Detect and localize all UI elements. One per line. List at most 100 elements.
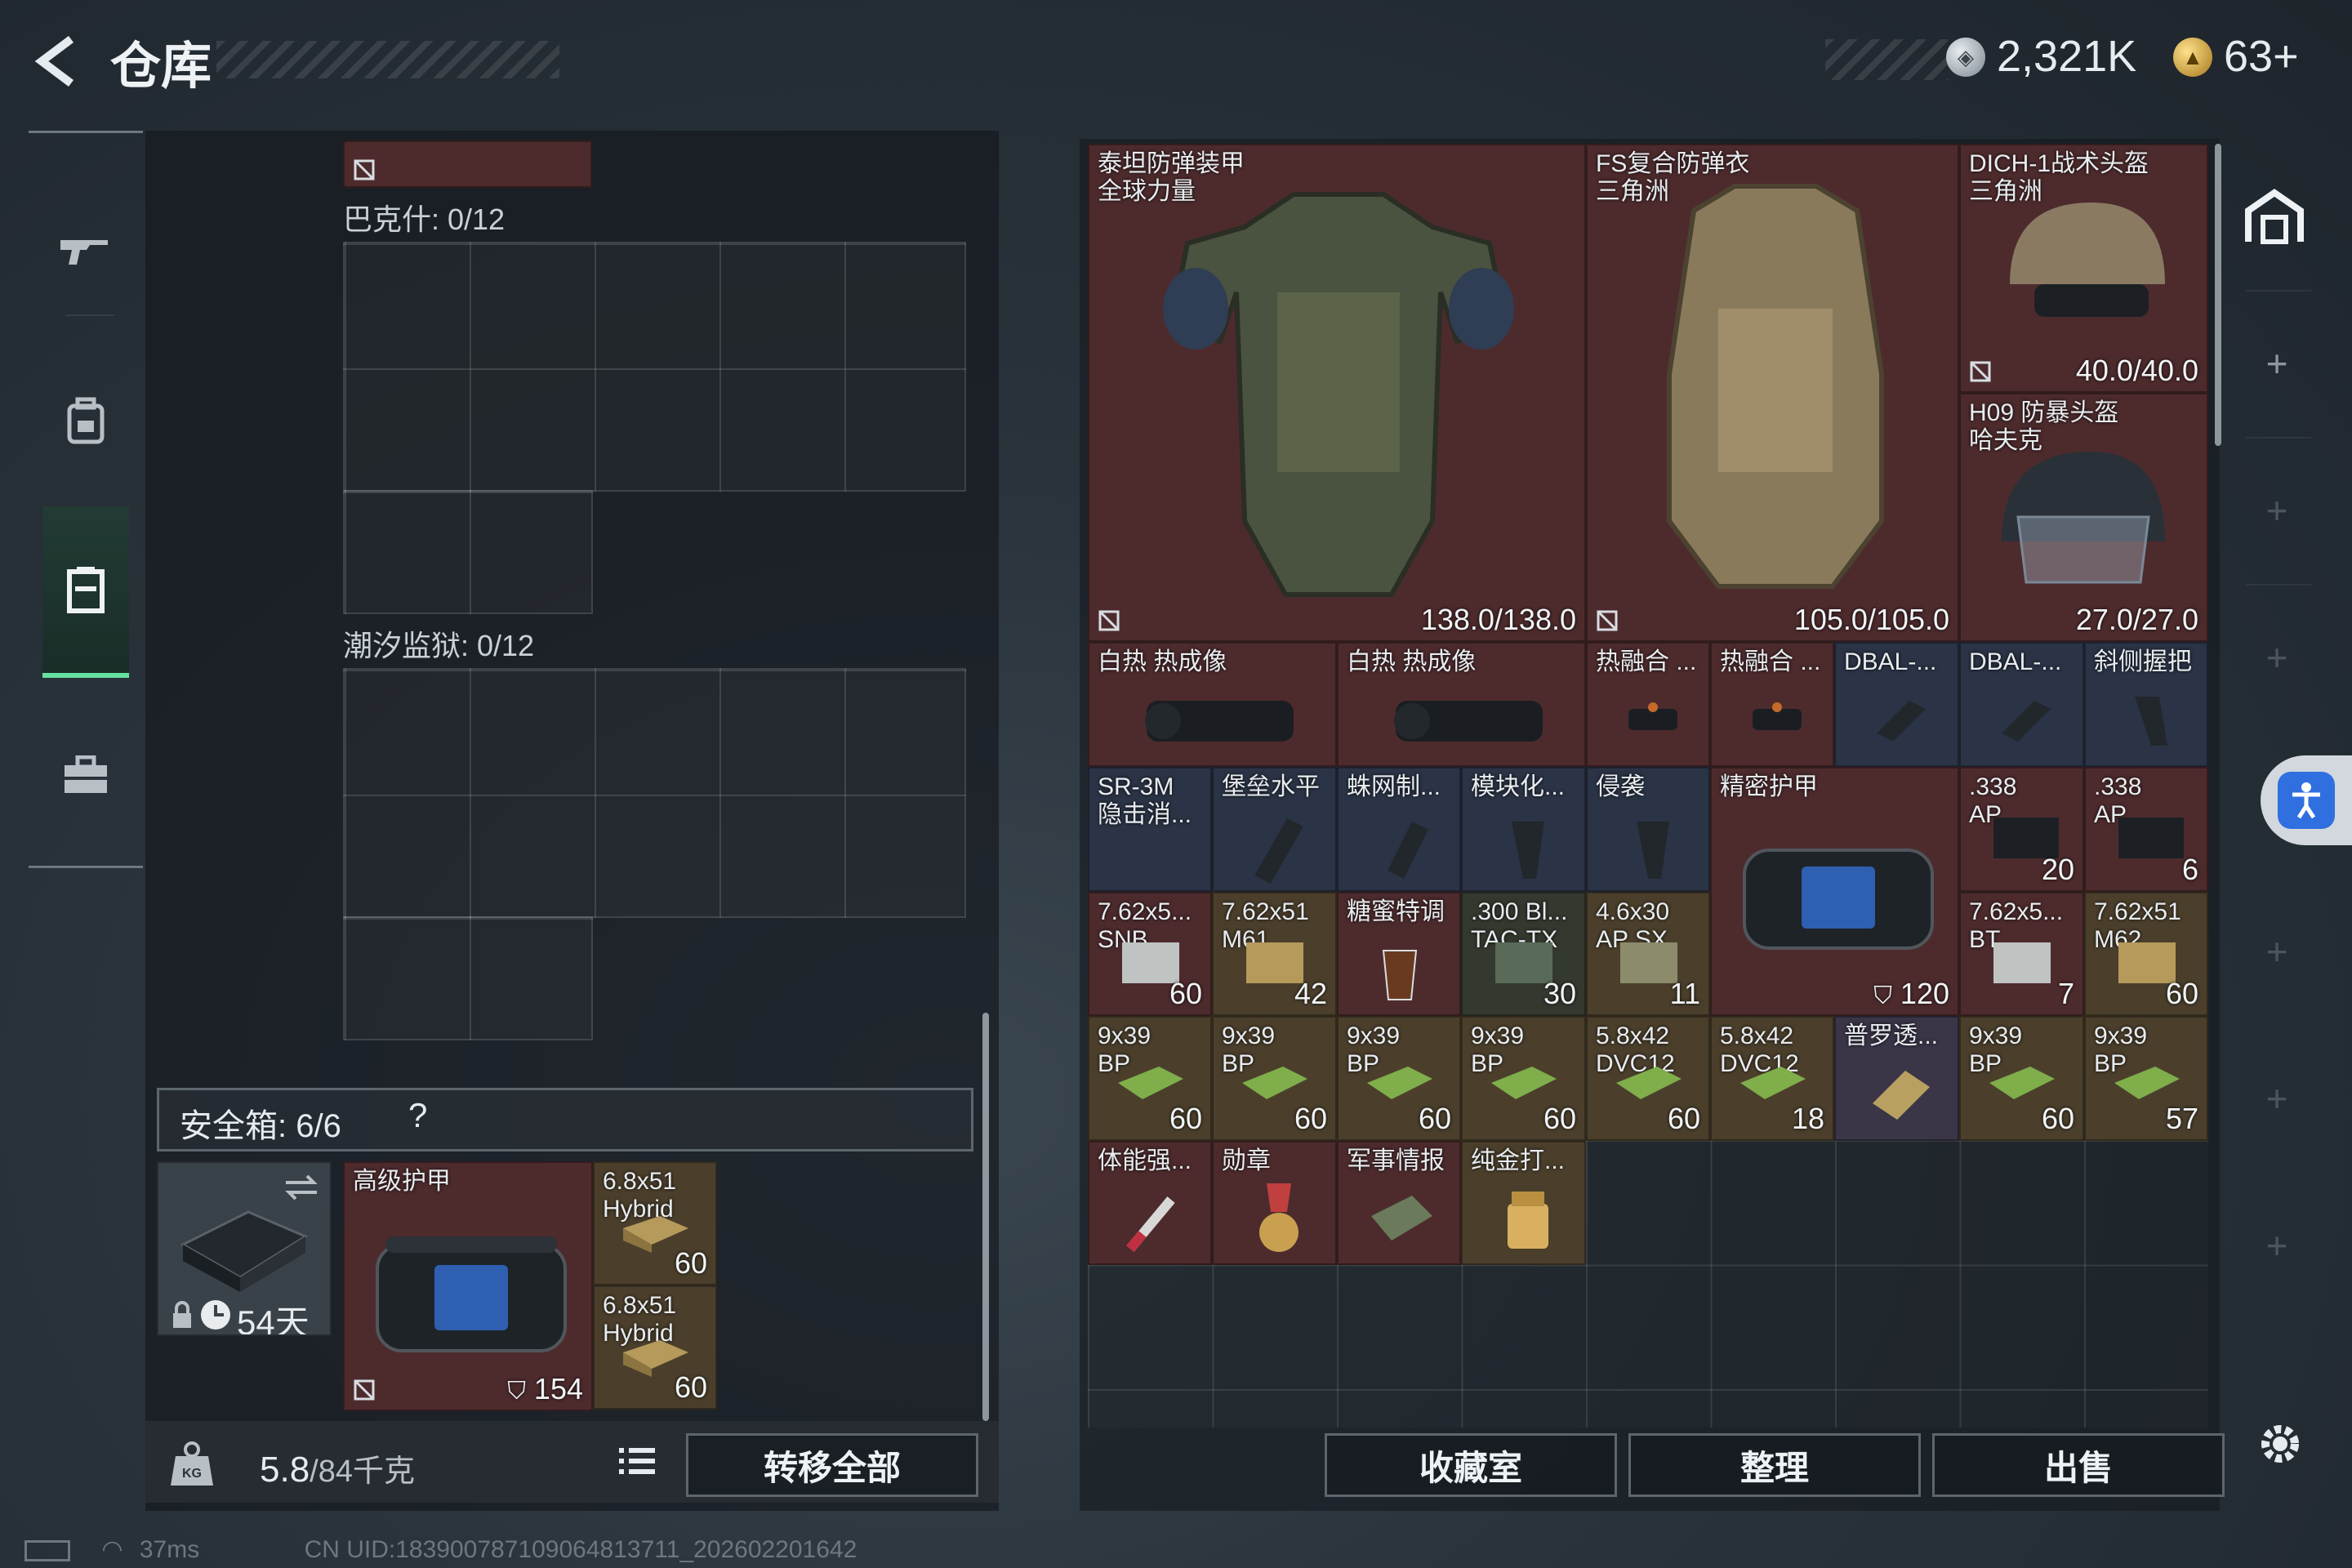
swap-icon[interactable] bbox=[281, 1171, 322, 1204]
no-trade-icon bbox=[354, 159, 375, 180]
item-name: 7.62x51 bbox=[1222, 898, 1309, 925]
item-9x39-bp-6[interactable]: 9x39 BP 57 bbox=[2084, 1016, 2208, 1141]
item-9x39-bp-4[interactable]: 9x39 BP 60 bbox=[1461, 1016, 1586, 1141]
item-9x39-bp-5[interactable]: 9x39 BP 60 bbox=[1959, 1016, 2084, 1141]
item-46x30-apsx[interactable]: 4.6x30 AP SX 11 bbox=[1586, 892, 1710, 1016]
item-name: SR-3M bbox=[1098, 773, 1174, 800]
wifi-icon: ◠ bbox=[101, 1536, 123, 1563]
container-grid-tide-top[interactable] bbox=[343, 668, 966, 918]
item-338-ap-2[interactable]: .338 AP 6 bbox=[2084, 767, 2208, 892]
sight-art bbox=[1753, 702, 1802, 730]
item-762-m62[interactable]: 7.62x51 M62 60 bbox=[2084, 892, 2208, 1016]
item-bastion[interactable]: 堡垒水平 bbox=[1212, 767, 1337, 892]
accessibility-button[interactable] bbox=[2261, 755, 2352, 845]
item-762-snb[interactable]: 7.62x5... SNB 60 bbox=[1088, 892, 1212, 1016]
safebox-help-button[interactable]: ? bbox=[408, 1096, 427, 1135]
item-thermal-scope-1[interactable]: 白热 热成像 bbox=[1088, 642, 1337, 767]
gold-coin-value: 63+ bbox=[2224, 32, 2299, 81]
weight-text: 5.8/84千克 bbox=[260, 1446, 415, 1490]
item-spiderweb[interactable]: 蛛网制... bbox=[1337, 767, 1461, 892]
rail-briefcase-button[interactable] bbox=[42, 719, 129, 833]
sell-button[interactable]: 出售 bbox=[1932, 1433, 2225, 1497]
item-titan-armor[interactable]: 泰坦防弹装甲 全球力量 138.0/138.0 bbox=[1088, 144, 1586, 642]
item-durability: 105.0/105.0 bbox=[1793, 603, 1949, 636]
item-proteus[interactable]: 普罗透... bbox=[1834, 1016, 1959, 1141]
back-button[interactable] bbox=[24, 29, 90, 94]
item-thermal-scope-2[interactable]: 白热 热成像 bbox=[1337, 642, 1586, 767]
item-762-m61[interactable]: 7.62x51 M61 42 bbox=[1212, 892, 1337, 1016]
safebox-item-armor[interactable]: 高级护甲 ⛉ 154 bbox=[343, 1161, 593, 1411]
container-grid-tide-bottom[interactable] bbox=[343, 916, 593, 1040]
item-9x39-bp-2[interactable]: 9x39 BP 60 bbox=[1212, 1016, 1337, 1141]
item-name: .300 Bl... bbox=[1471, 898, 1568, 925]
item-name: FS复合防弹衣 bbox=[1596, 150, 1750, 177]
add-storage-slot-plus-icon[interactable]: + bbox=[2261, 933, 2293, 970]
transfer-all-button[interactable]: 转移全部 bbox=[686, 1433, 978, 1497]
left-scrollbar[interactable] bbox=[982, 1013, 989, 1421]
item-300blk-tactx[interactable]: .300 Bl... TAC-TX 30 bbox=[1461, 892, 1586, 1016]
item-dbal-2[interactable]: DBAL-... bbox=[1959, 642, 2084, 767]
armor-bag-art bbox=[1743, 849, 1934, 950]
item-338-ap-1[interactable]: .338 AP 20 bbox=[1959, 767, 2084, 892]
item-precision-armor[interactable]: 精密护甲 ⛉ 120 bbox=[1710, 767, 1959, 1016]
item-58x42-dvc12-2[interactable]: 5.8x42 DVC12 18 bbox=[1710, 1016, 1834, 1141]
item-name: H09 防暴头盔 bbox=[1969, 399, 2119, 426]
container-grid-bakhsh-bottom[interactable] bbox=[343, 490, 593, 614]
item-stamina-booster[interactable]: 体能强... bbox=[1088, 1141, 1212, 1265]
item-modular[interactable]: 模块化... bbox=[1461, 767, 1586, 892]
add-storage-slot-plus-icon[interactable]: + bbox=[2261, 639, 2293, 676]
collection-room-button[interactable]: 收藏室 bbox=[1325, 1433, 1617, 1497]
add-storage-slot-plus-icon[interactable]: + bbox=[2261, 1227, 2293, 1264]
warehouse-scrollbar[interactable] bbox=[2215, 144, 2221, 446]
item-58x42-dvc12-1[interactable]: 5.8x42 DVC12 60 bbox=[1586, 1016, 1710, 1141]
item-9x39-bp-3[interactable]: 9x39 BP 60 bbox=[1337, 1016, 1461, 1141]
add-storage-slot-plus-icon[interactable]: + bbox=[2261, 1080, 2293, 1117]
item-count: 60 bbox=[674, 1370, 707, 1404]
add-storage-slot-plus-icon[interactable]: + bbox=[2261, 492, 2293, 529]
add-storage-slot-plus-icon[interactable]: + bbox=[2261, 345, 2293, 382]
item-name: .338 bbox=[2094, 773, 2142, 800]
status-bar: ◠ 37ms CN UID:1839007871090648137​11_202… bbox=[24, 1535, 857, 1564]
item-name: 蛛网制... bbox=[1347, 773, 1441, 800]
rail-storage-button[interactable] bbox=[42, 506, 129, 678]
item-name: 5.8x42 bbox=[1720, 1022, 1794, 1049]
safebox-item-ammo-1[interactable]: 6.8x51 Hybrid 60 bbox=[593, 1161, 717, 1285]
item-name: 白热 热成像 bbox=[1347, 648, 1477, 675]
safebox-item-ammo-2[interactable]: 6.8x51 Hybrid 60 bbox=[593, 1285, 717, 1410]
container-grid-bakhsh-top[interactable] bbox=[343, 242, 966, 492]
item-h09-helmet[interactable]: H09 防暴头盔 哈夫克 27.0/27.0 bbox=[1959, 393, 2208, 642]
item-count: 20 bbox=[2041, 853, 2074, 886]
storage-tab-button[interactable] bbox=[2242, 184, 2307, 249]
item-military-intel[interactable]: 军事情报 bbox=[1337, 1141, 1461, 1265]
item-pure-gold-lighter[interactable]: 纯金打... bbox=[1461, 1141, 1586, 1265]
item-name: 9x39 bbox=[1347, 1022, 1401, 1049]
safebox-label: 安全箱: 6/6 bbox=[180, 1108, 341, 1144]
safebox-case[interactable]: 54天 bbox=[157, 1161, 332, 1336]
sort-button[interactable]: 整理 bbox=[1628, 1433, 1921, 1497]
item-name: 9x39 bbox=[1969, 1022, 2023, 1049]
item-count: 57 bbox=[2165, 1102, 2198, 1135]
item-dich-helmet[interactable]: DICH-1战术头盔 三角洲 40.0/40.0 bbox=[1959, 144, 2208, 393]
item-medal[interactable]: 勋章 bbox=[1212, 1141, 1337, 1265]
item-fs-armor[interactable]: FS复合防弹衣 三角洲 105.0/105.0 bbox=[1586, 144, 1959, 642]
partial-item-strip[interactable] bbox=[343, 140, 592, 188]
fs-armor-art bbox=[1667, 184, 1884, 589]
rail-weapon-button[interactable] bbox=[42, 204, 129, 294]
item-angled-grip[interactable]: 斜侧握把 bbox=[2084, 642, 2208, 767]
item-molasses-drink[interactable]: 糖蜜特调 bbox=[1337, 892, 1461, 1016]
item-name: 高级护甲 bbox=[353, 1168, 451, 1195]
list-view-button[interactable] bbox=[611, 1435, 663, 1487]
ping-text: 37ms bbox=[139, 1536, 200, 1563]
item-9x39-bp-1[interactable]: 9x39 BP 60 bbox=[1088, 1016, 1212, 1141]
item-thermal-fusion-2[interactable]: 热融合 ... bbox=[1710, 642, 1834, 767]
item-dbal-1[interactable]: DBAL-... bbox=[1834, 642, 1959, 767]
settings-button[interactable] bbox=[2247, 1411, 2313, 1477]
item-thermal-fusion-1[interactable]: 热融合 ... bbox=[1586, 642, 1710, 767]
item-762-bt[interactable]: 7.62x5... BT 7 bbox=[1959, 892, 2084, 1016]
item-raid-grip[interactable]: 侵袭 bbox=[1586, 767, 1710, 892]
item-sr3m-suppressor[interactable]: SR-3M 隐击消... bbox=[1088, 767, 1212, 892]
rail-backpack-button[interactable] bbox=[42, 368, 129, 474]
lock-icon bbox=[173, 1301, 191, 1328]
section-label-bakhsh: 巴克什: 0/12 bbox=[343, 203, 506, 236]
rifle-icon bbox=[60, 240, 108, 265]
